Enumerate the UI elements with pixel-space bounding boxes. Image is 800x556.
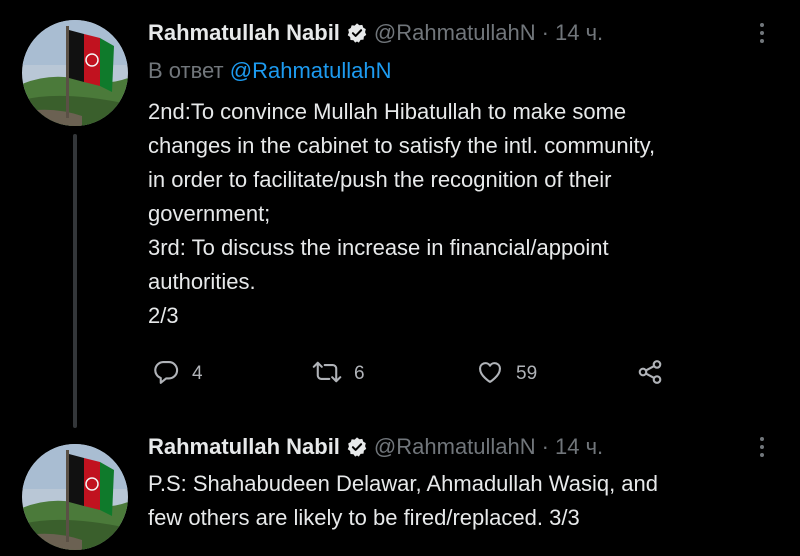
avatar-image — [22, 20, 128, 126]
tweet-text-line: P.S: Shahabudeen Delawar, Ahmadullah Was… — [148, 471, 659, 496]
tweet[interactable]: Rahmatullah Nabil @RahmatullahN · 14 ч. … — [0, 420, 800, 556]
reply-prefix: В ответ — [148, 58, 224, 83]
author-name[interactable]: Rahmatullah Nabil — [148, 20, 340, 46]
separator-dot: · — [541, 20, 549, 45]
tweet-actions: 4 6 59 — [148, 356, 688, 392]
share-icon — [636, 358, 664, 391]
retweet-button[interactable]: 6 — [312, 356, 365, 392]
avatar[interactable] — [22, 444, 128, 550]
retweet-count: 6 — [354, 363, 365, 384]
separator-dot: · — [541, 434, 549, 459]
heart-icon — [476, 358, 504, 391]
reply-icon — [152, 358, 180, 391]
tweet-timestamp[interactable]: 14 ч. — [555, 434, 603, 460]
reply-count: 4 — [192, 363, 203, 384]
tweet-text: 2nd:To convince Mullah Hibatullah to mak… — [148, 95, 778, 333]
reply-context: В ответ @RahmatullahN — [148, 58, 392, 84]
tweet-text-line: 2nd:To convince Mullah Hibatullah to mak… — [148, 99, 627, 124]
tweet[interactable]: Rahmatullah Nabil @RahmatullahN · 14 ч. … — [0, 0, 800, 428]
like-count: 59 — [516, 363, 538, 384]
tweet-text-line: 2/3 — [148, 303, 179, 328]
tweet-text-line: few others are likely to be fired/replac… — [148, 505, 580, 530]
tweet-text-line: in order to facilitate/push the recognit… — [148, 167, 612, 192]
author-name[interactable]: Rahmatullah Nabil — [148, 434, 340, 460]
reply-button[interactable]: 4 — [152, 356, 203, 392]
retweet-icon — [312, 358, 342, 391]
thread-connector — [73, 134, 77, 428]
tweet-header: Rahmatullah Nabil @RahmatullahN · 14 ч. — [148, 432, 603, 462]
tweet-text-line: authorities. — [148, 269, 256, 294]
tweet-text-line: 3rd: To discuss the increase in financia… — [148, 235, 609, 260]
share-button[interactable] — [636, 356, 664, 392]
tweet-text-line: changes in the cabinet to satisfy the in… — [148, 133, 656, 158]
tweet-text-line: government; — [148, 201, 271, 226]
avatar-image — [22, 444, 128, 550]
reply-mention-link[interactable]: @RahmatullahN — [230, 58, 392, 83]
avatar[interactable] — [22, 20, 128, 126]
verified-badge-icon — [346, 22, 368, 44]
tweet-header: Rahmatullah Nabil @RahmatullahN · 14 ч. — [148, 18, 603, 48]
tweet-text: P.S: Shahabudeen Delawar, Ahmadullah Was… — [148, 467, 778, 535]
tweet-timestamp[interactable]: 14 ч. — [555, 20, 603, 46]
like-button[interactable]: 59 — [476, 356, 537, 392]
more-dots-icon[interactable] — [750, 18, 774, 48]
author-handle[interactable]: @RahmatullahN — [374, 434, 536, 460]
verified-badge-icon — [346, 436, 368, 458]
more-dots-icon[interactable] — [750, 432, 774, 462]
author-handle[interactable]: @RahmatullahN — [374, 20, 536, 46]
